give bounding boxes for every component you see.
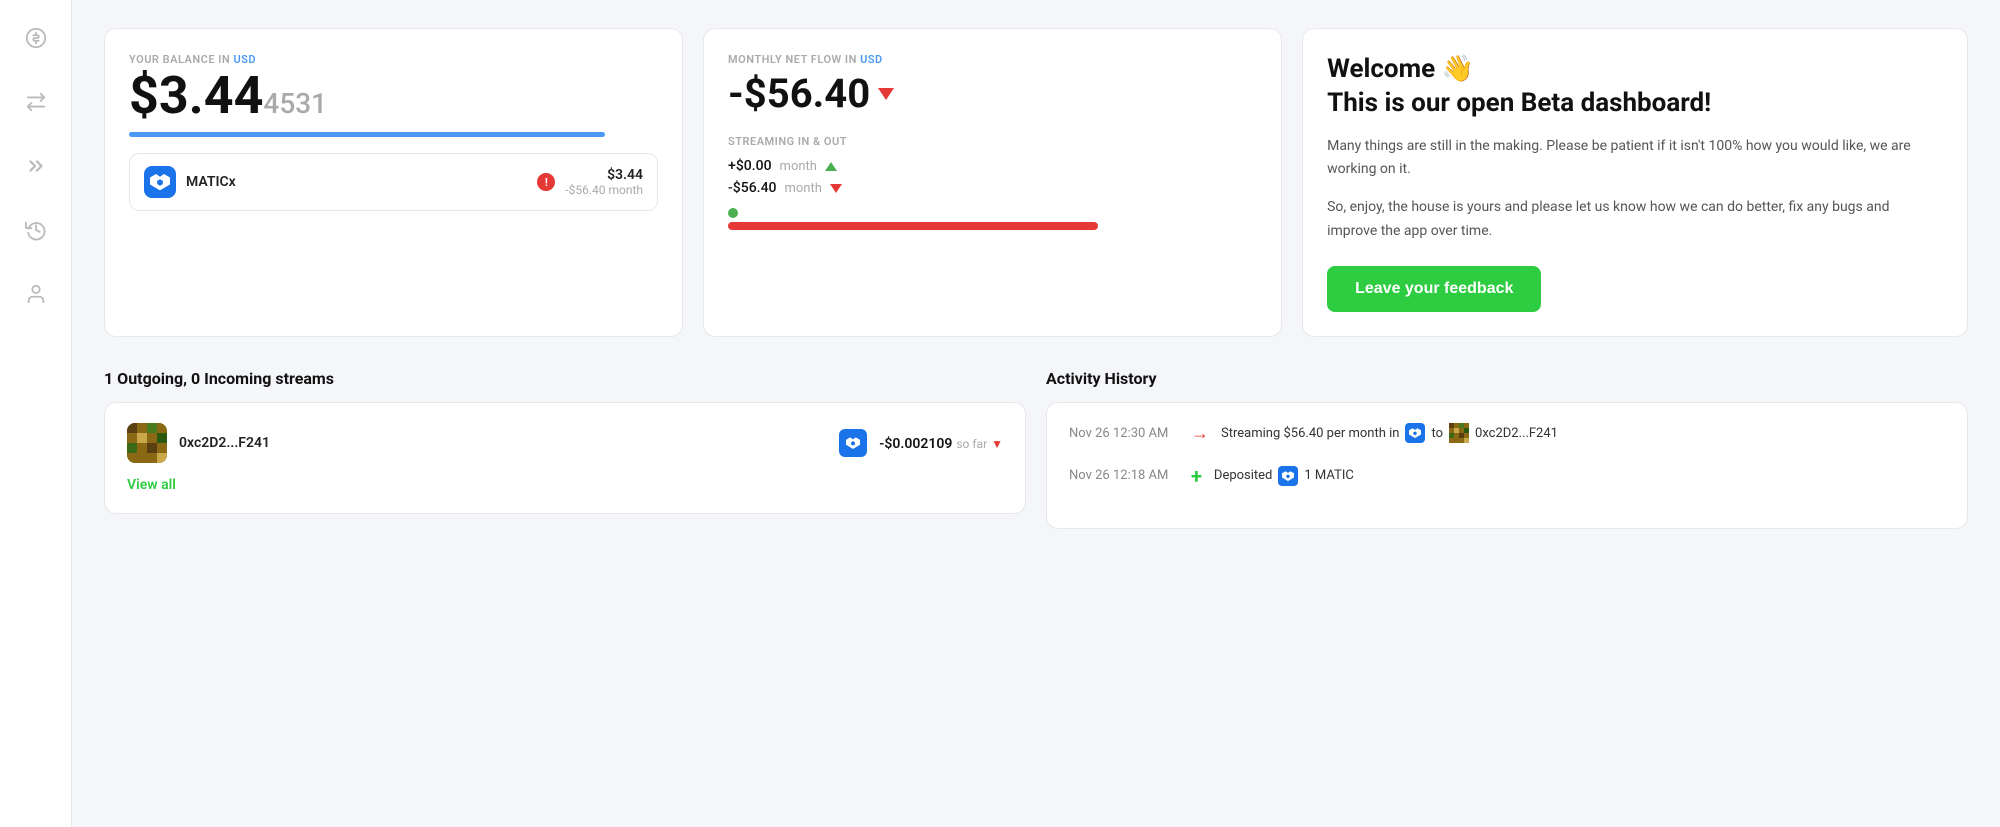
top-row: YOUR BALANCE IN USD $3.444531 MATICx ! $… [104, 28, 1968, 337]
activity-desc-2: Deposited 1 MATIC [1214, 466, 1354, 486]
sidebar [0, 0, 72, 827]
balance-amount: $3.444531 [129, 70, 658, 122]
stream-bars [728, 208, 1257, 230]
welcome-body-1: Many things are still in the making. Ple… [1327, 135, 1943, 183]
inflow-row: +$0.00 month [728, 158, 1257, 174]
feedback-button[interactable]: Leave your feedback [1327, 266, 1541, 312]
transfer-icon[interactable] [18, 84, 54, 120]
activity-title: Activity History [1046, 369, 1968, 388]
stream-item: 0xc2D2...F241 -$0.002109 so far ▼ [127, 423, 1003, 463]
token-row: MATICx ! $3.44 -$56.40 month [129, 153, 658, 211]
balance-progress-bar [129, 132, 605, 137]
activity-arrow-green-icon: + [1191, 464, 1202, 488]
activity-time-1: Nov 26 12:30 AM [1069, 426, 1179, 441]
activity-time-2: Nov 26 12:18 AM [1069, 468, 1179, 483]
welcome-card: Welcome 👋 This is our open Beta dashboar… [1302, 28, 1968, 337]
streaming-section: STREAMING IN & OUT +$0.00 month -$56.40 … [728, 135, 1257, 230]
stream-avatar [127, 423, 167, 463]
outflow-row: -$56.40 month [728, 180, 1257, 196]
streams-section: 1 Outgoing, 0 Incoming streams [104, 369, 1026, 529]
activity-avatar-1 [1449, 423, 1469, 443]
chevron-double-right-icon[interactable] [18, 148, 54, 184]
activity-desc-1: Streaming $56.40 per month in to [1221, 423, 1558, 443]
streams-title: 1 Outgoing, 0 Incoming streams [104, 369, 1026, 388]
main-content: YOUR BALANCE IN USD $3.444531 MATICx ! $… [72, 0, 2000, 827]
bottom-row: 1 Outgoing, 0 Incoming streams [104, 369, 1968, 529]
green-dot-bar [728, 208, 738, 218]
activity-token-icon-1 [1405, 423, 1425, 443]
red-bar [728, 222, 1098, 230]
stream-amount: -$0.002109 so far ▼ [879, 433, 1003, 452]
welcome-body-2: So, enjoy, the house is yours and please… [1327, 196, 1943, 244]
token-name: MATICx [186, 174, 523, 190]
activity-card: Nov 26 12:30 AM → Streaming $56.40 per m… [1046, 402, 1968, 529]
activity-item-1: Nov 26 12:30 AM → Streaming $56.40 per m… [1069, 423, 1945, 444]
arrow-up-icon [825, 162, 837, 171]
dollar-circle-icon[interactable] [18, 20, 54, 56]
streams-card: 0xc2D2...F241 -$0.002109 so far ▼ View a… [104, 402, 1026, 514]
netflow-amount: -$56.40 [728, 70, 1257, 117]
activity-item-2: Nov 26 12:18 AM + Deposited 1 MATIC [1069, 464, 1945, 488]
arrow-down-icon [830, 184, 842, 193]
welcome-title: Welcome 👋 This is our open Beta dashboar… [1327, 53, 1943, 121]
netflow-label: MONTHLY NET FLOW IN USD [728, 53, 1257, 66]
token-value: $3.44 -$56.40 month [565, 167, 643, 197]
balance-card: YOUR BALANCE IN USD $3.444531 MATICx ! $… [104, 28, 683, 337]
stream-token-icon [839, 429, 867, 457]
token-error-badge: ! [537, 173, 555, 191]
stream-address: 0xc2D2...F241 [179, 435, 827, 451]
maticx-logo [144, 166, 176, 198]
activity-arrow-red-icon: → [1191, 423, 1209, 444]
netflow-down-arrow-icon [878, 88, 894, 100]
user-icon[interactable] [18, 276, 54, 312]
activity-token-icon-2 [1278, 466, 1298, 486]
history-icon[interactable] [18, 212, 54, 248]
netflow-card: MONTHLY NET FLOW IN USD -$56.40 STREAMIN… [703, 28, 1282, 337]
activity-section: Activity History Nov 26 12:30 AM → Strea… [1046, 369, 1968, 529]
view-all-link[interactable]: View all [127, 477, 1003, 493]
